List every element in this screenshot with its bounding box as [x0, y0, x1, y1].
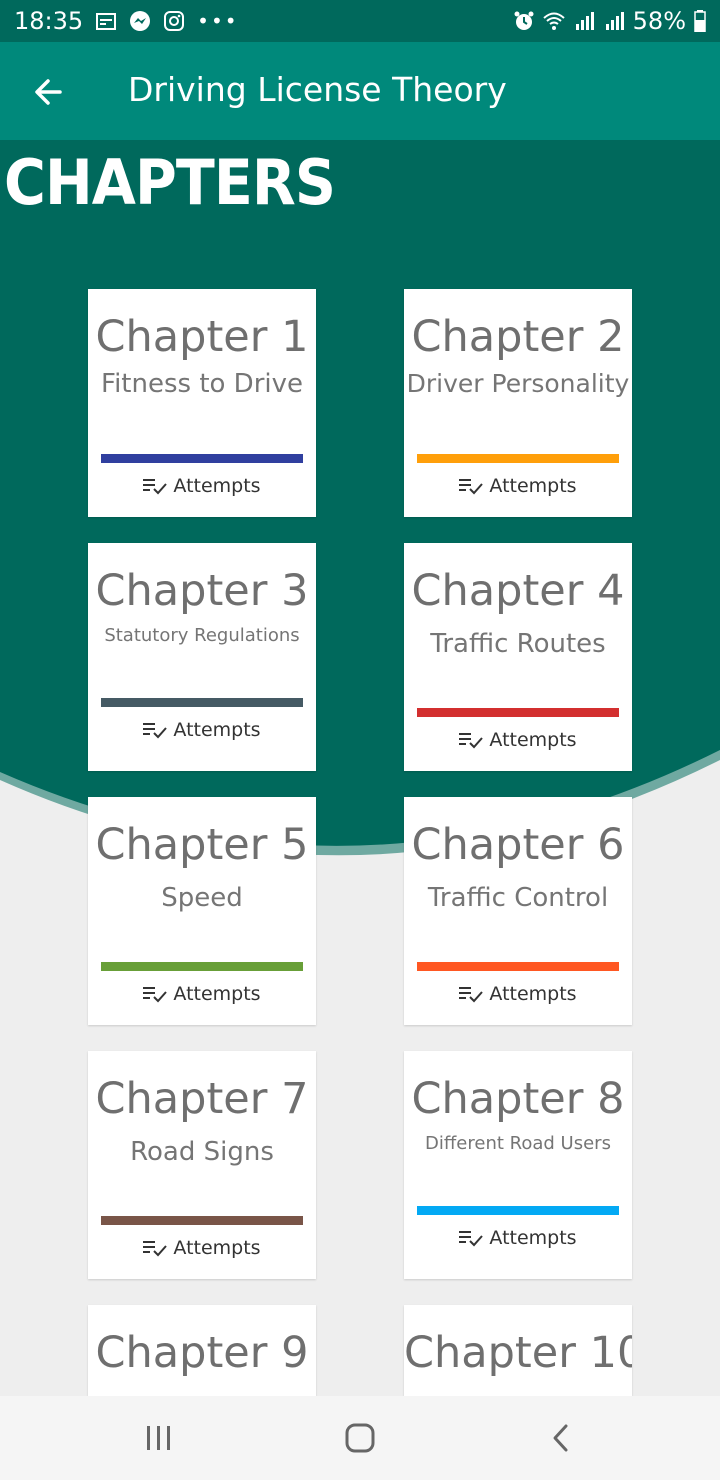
chapter-title: Chapter 9 [95, 1328, 309, 1378]
chapter-color-bar [417, 962, 619, 971]
chapter-color-bar [101, 962, 303, 971]
chapter-card-8[interactable]: Chapter 8 Different Road Users Attempts [404, 1051, 632, 1279]
chapter-card-7[interactable]: Chapter 7 Road Signs Attempts [88, 1051, 316, 1279]
back-arrow-icon[interactable] [30, 72, 70, 112]
attempts-label: Attempts [489, 729, 577, 751]
chapter-title: Chapter 6 [411, 820, 625, 870]
chapter-subtitle: Speed [161, 883, 243, 913]
chapter-card-3[interactable]: Chapter 3 Statutory Regulations Attempts [88, 543, 316, 771]
alarm-icon [514, 11, 534, 30]
battery-percent: 58% [632, 7, 686, 35]
chapter-card-1[interactable]: Chapter 1 Fitness to Drive Attempts [88, 289, 316, 517]
chapter-card-4[interactable]: Chapter 4 Traffic Routes Attempts [404, 543, 632, 771]
playlist-check-icon [143, 1241, 168, 1257]
app-title: Driving License Theory [128, 70, 507, 109]
attempts-button[interactable]: Attempts [404, 475, 632, 497]
chapter-title: Chapter 4 [411, 566, 625, 616]
chapter-color-bar [417, 708, 619, 717]
chapter-title: Chapter 7 [95, 1074, 309, 1124]
signal-icon [575, 12, 594, 30]
chapter-color-bar [101, 454, 303, 463]
attempts-label: Attempts [489, 983, 577, 1005]
chapter-title: Chapter 1 [95, 312, 309, 362]
app-bar: Driving License Theory [0, 42, 720, 140]
chapter-color-bar [417, 454, 619, 463]
playlist-check-icon [143, 479, 168, 495]
chapter-color-bar [101, 698, 303, 707]
playlist-check-icon [459, 479, 484, 495]
chapter-subtitle: Statutory Regulations [104, 625, 300, 646]
chapter-card-2[interactable]: Chapter 2 Driver Personality Attempts [404, 289, 632, 517]
status-time: 18:35 [14, 7, 84, 35]
attempts-button[interactable]: Attempts [88, 475, 316, 497]
attempts-button[interactable]: Attempts [404, 983, 632, 1005]
signal-icon [605, 12, 624, 30]
playlist-check-icon [459, 1231, 484, 1247]
status-bar: 18:35 ••• 58% [0, 0, 720, 42]
more-icon: ••• [197, 9, 239, 33]
chapter-subtitle: Driver Personality [406, 369, 630, 398]
attempts-label: Attempts [173, 983, 261, 1005]
chapter-subtitle: Different Road Users [425, 1133, 611, 1154]
chapter-title: Chapter 8 [411, 1074, 625, 1124]
attempts-button[interactable]: Attempts [404, 729, 632, 751]
attempts-label: Attempts [489, 1227, 577, 1249]
chapter-subtitle: Road Signs [130, 1137, 274, 1167]
battery-icon [694, 10, 706, 32]
recent-apps-icon[interactable] [139, 1418, 179, 1458]
home-icon[interactable] [340, 1418, 380, 1458]
attempts-button[interactable]: Attempts [88, 1237, 316, 1259]
attempts-label: Attempts [489, 475, 577, 497]
chapter-card-5[interactable]: Chapter 5 Speed Attempts [88, 797, 316, 1025]
attempts-button[interactable]: Attempts [88, 983, 316, 1005]
chapter-title: Chapter 10 [404, 1328, 632, 1378]
wifi-icon [542, 12, 565, 30]
instagram-icon [164, 11, 185, 31]
attempts-button[interactable]: Attempts [404, 1227, 632, 1249]
chapter-subtitle: Fitness to Drive [101, 369, 303, 399]
playlist-check-icon [459, 987, 484, 1003]
attempts-label: Attempts [173, 719, 261, 741]
chapter-title: Chapter 5 [95, 820, 309, 870]
navigation-bar [0, 1396, 720, 1480]
attempts-label: Attempts [173, 475, 261, 497]
chapter-subtitle: Traffic Routes [430, 629, 606, 659]
chapter-title: Chapter 2 [411, 312, 625, 362]
playlist-check-icon [459, 733, 484, 749]
chapters-heading: CHAPTERS [4, 146, 336, 219]
chapter-card-10[interactable]: Chapter 10 [404, 1305, 632, 1396]
chapter-subtitle: Traffic Control [427, 883, 609, 913]
messenger-icon [130, 11, 151, 31]
chapter-card-6[interactable]: Chapter 6 Traffic Control Attempts [404, 797, 632, 1025]
chapter-card-9[interactable]: Chapter 9 [88, 1305, 316, 1396]
calendar-icon [96, 13, 117, 30]
chapter-color-bar [417, 1206, 619, 1215]
playlist-check-icon [143, 723, 168, 739]
chapter-title: Chapter 3 [95, 566, 309, 616]
attempts-label: Attempts [173, 1237, 261, 1259]
back-icon[interactable] [542, 1418, 582, 1458]
playlist-check-icon [143, 987, 168, 1003]
attempts-button[interactable]: Attempts [88, 719, 316, 741]
chapter-color-bar [101, 1216, 303, 1225]
